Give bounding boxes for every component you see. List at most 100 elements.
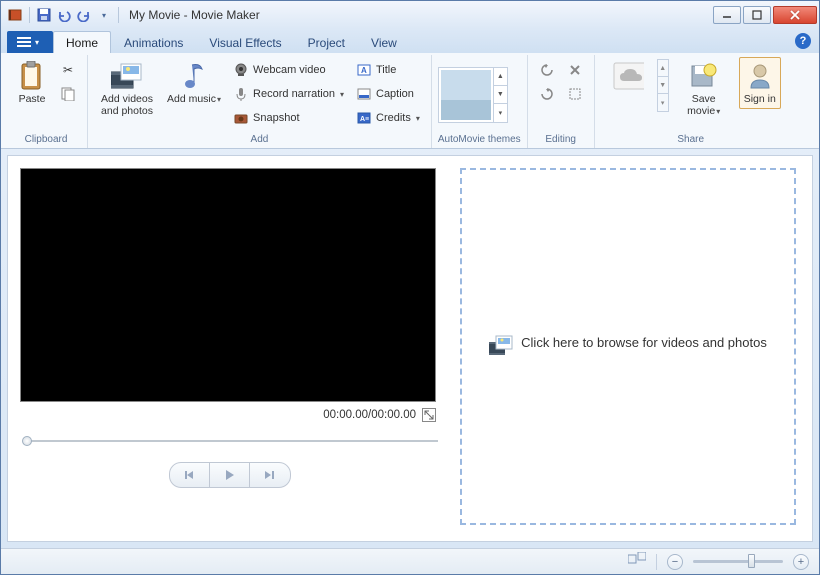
close-button[interactable] (773, 6, 817, 24)
share-gallery-down-icon[interactable]: ▼ (658, 77, 668, 94)
file-menu-button[interactable]: ▾ (7, 31, 53, 53)
rotate-right-icon (539, 86, 555, 102)
play-button[interactable] (210, 463, 250, 487)
transport-controls (20, 462, 440, 488)
caption-button[interactable]: Caption (351, 83, 425, 105)
title-icon: A (356, 62, 372, 78)
webcam-video-button[interactable]: Webcam video (228, 59, 349, 81)
qat-customize-icon[interactable]: ▾ (96, 7, 112, 23)
preview-pane: 00:00.00/00:00.00 (20, 168, 440, 529)
seek-thumb[interactable] (22, 436, 32, 446)
group-editing: Editing (528, 55, 595, 148)
zoom-in-button[interactable]: + (793, 554, 809, 570)
tab-view[interactable]: View (358, 31, 410, 53)
select-all-icon (567, 86, 583, 102)
next-frame-button[interactable] (250, 463, 290, 487)
redo-icon[interactable] (76, 7, 92, 23)
add-music-button[interactable]: Add music▾ (162, 57, 226, 109)
seek-track (30, 440, 438, 442)
workspace: 00:00.00/00:00.00 (7, 155, 813, 542)
credits-button[interactable]: A≡Credits▾ (351, 107, 425, 129)
svg-text:A: A (361, 66, 367, 75)
scissors-icon: ✂ (60, 62, 76, 78)
window-controls (711, 6, 817, 24)
expand-icon (424, 410, 434, 420)
gallery-expand-icon[interactable]: ▾ (494, 104, 507, 121)
storyboard-dropzone[interactable]: Click here to browse for videos and phot… (460, 168, 796, 525)
zoom-thumb[interactable] (748, 554, 755, 568)
cut-button[interactable]: ✂ (55, 59, 81, 81)
zoom-out-button[interactable]: − (667, 554, 683, 570)
automovie-theme-gallery[interactable]: ▲ ▼ ▾ (438, 67, 508, 123)
snapshot-button[interactable]: Snapshot (228, 107, 349, 129)
group-label-add: Add (94, 132, 425, 148)
storyboard-hint: Click here to browse for videos and phot… (489, 335, 767, 359)
fullscreen-button[interactable] (422, 408, 436, 422)
webcam-icon (233, 62, 249, 78)
filmstrip-photo-icon (111, 60, 143, 92)
save-icon[interactable] (36, 7, 52, 23)
snapshot-label: Snapshot (253, 112, 299, 124)
credits-icon: A≡ (356, 110, 372, 126)
save-movie-button[interactable]: Save movie▾ (671, 57, 737, 120)
delete-x-icon (567, 62, 583, 78)
person-icon (744, 60, 776, 92)
copy-button[interactable] (55, 83, 81, 105)
ribbon: Paste ✂ Clipboard Add videos and photos (1, 53, 819, 149)
video-preview (20, 168, 436, 402)
help-button[interactable]: ? (795, 33, 811, 49)
svg-text:A≡: A≡ (360, 116, 369, 123)
tab-animations[interactable]: Animations (111, 31, 196, 53)
share-cloud-button[interactable] (601, 57, 655, 95)
title-label: Title (376, 64, 396, 76)
share-gallery-expand-icon[interactable]: ▾ (658, 94, 668, 111)
sign-in-label: Sign in (744, 94, 776, 106)
gallery-down-icon[interactable]: ▼ (494, 86, 507, 104)
seek-bar[interactable] (22, 438, 438, 444)
maximize-button[interactable] (743, 6, 771, 24)
play-icon (225, 469, 235, 481)
group-automovie: ▲ ▼ ▾ AutoMovie themes (432, 55, 528, 148)
storyboard-hint-text: Click here to browse for videos and phot… (521, 335, 767, 352)
rotate-left-button[interactable] (534, 59, 560, 81)
previous-frame-button[interactable] (170, 463, 210, 487)
app-icon[interactable] (7, 7, 23, 23)
add-videos-photos-button[interactable]: Add videos and photos (94, 57, 160, 120)
tab-home[interactable]: Home (53, 31, 111, 53)
title-button[interactable]: A Title (351, 59, 425, 81)
qat-separator-2 (118, 7, 119, 23)
title-bar: ▾ My Movie - Movie Maker (1, 1, 819, 29)
undo-icon[interactable] (56, 7, 72, 23)
tab-project[interactable]: Project (295, 31, 358, 53)
record-narration-button[interactable]: Record narration▾ (228, 83, 349, 105)
tab-visual-effects[interactable]: Visual Effects (196, 31, 294, 53)
group-label-share: Share (601, 132, 781, 148)
menu-icon (17, 36, 31, 48)
webcam-label: Webcam video (253, 64, 326, 76)
gallery-up-icon[interactable]: ▲ (494, 68, 507, 86)
minimize-button[interactable] (713, 6, 741, 24)
ribbon-tabstrip: ▾ Home Animations Visual Effects Project… (1, 29, 819, 53)
prev-frame-icon (184, 470, 196, 480)
app-window: ▾ My Movie - Movie Maker ▾ Home Animatio… (0, 0, 820, 575)
save-movie-label: Save movie▾ (676, 94, 732, 117)
statusbar-separator (656, 554, 657, 570)
copy-icon (60, 86, 76, 102)
zoom-slider[interactable] (693, 560, 783, 563)
sign-in-button[interactable]: Sign in (739, 57, 781, 109)
rotate-right-button[interactable] (534, 83, 560, 105)
camera-icon (233, 110, 249, 126)
status-bar: − + (1, 548, 819, 574)
group-label-automovie: AutoMovie themes (438, 132, 521, 148)
share-gallery-up-icon[interactable]: ▲ (658, 60, 668, 77)
thumbnail-size-button[interactable] (628, 552, 646, 571)
caption-label: Caption (376, 88, 414, 100)
group-clipboard: Paste ✂ Clipboard (5, 55, 88, 148)
cloud-icon (612, 60, 644, 92)
rotate-left-icon (539, 62, 555, 78)
delete-button[interactable] (562, 59, 588, 81)
time-display: 00:00.00/00:00.00 (323, 409, 416, 421)
thumbnail-icon (628, 552, 646, 566)
select-all-button[interactable] (562, 83, 588, 105)
paste-button[interactable]: Paste (11, 57, 53, 109)
